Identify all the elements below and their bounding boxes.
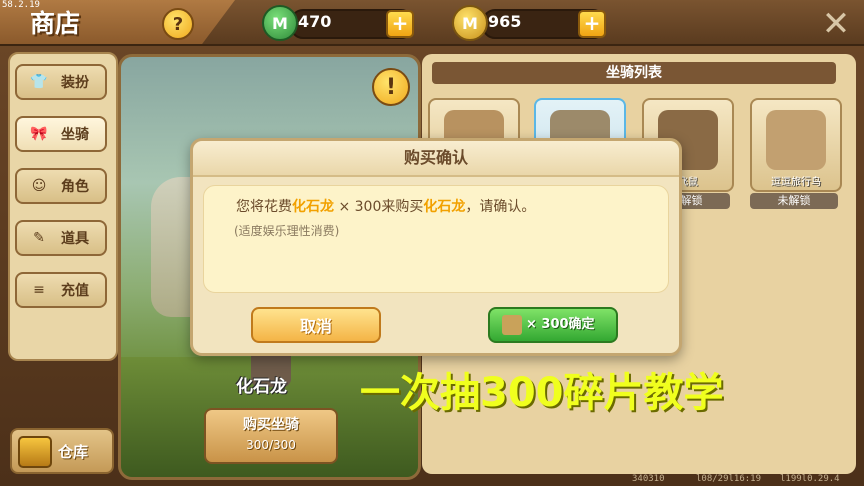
buy-mount-cost: 300/300 — [246, 438, 296, 452]
nav-item-label: 充值 — [61, 283, 89, 299]
mount-art — [766, 110, 826, 170]
nav-item-mount[interactable]: 🎀 坐骑 — [15, 116, 107, 152]
close-button[interactable]: ✕ — [818, 6, 854, 42]
chest-icon — [18, 436, 52, 468]
coins-icon: ≡ — [33, 282, 45, 298]
confirm-label: × 300确定 — [526, 317, 595, 332]
purchase-confirm-dialog: 购买确认 您将花费化石龙 × 300来购买化石龙，请确认。 (适度娱乐理性消费)… — [190, 138, 682, 356]
face-icon: ☺ — [31, 178, 47, 194]
spending-hint: (适度娱乐理性消费) — [234, 224, 340, 238]
footer-stat: 340310 — [632, 474, 665, 484]
nav-item-label: 装扮 — [61, 75, 89, 91]
footer-stat: l199l0.29.4 — [780, 474, 840, 484]
bow-icon: 🎀 — [30, 126, 48, 142]
warning-icon[interactable]: ! — [372, 68, 410, 106]
dialog-body: 您将花费化石龙 × 300来购买化石龙，请确认。 (适度娱乐理性消费) — [203, 185, 669, 293]
nav-item-label: 坐骑 — [61, 127, 89, 143]
mount-list-header: 坐骑列表 — [432, 62, 836, 84]
confirm-button[interactable]: × 300确定 — [488, 307, 618, 343]
help-button[interactable]: ? — [162, 8, 194, 40]
gold-coin-icon: M — [452, 5, 488, 41]
confirm-message: 您将花费化石龙 × 300来购买化石龙，请确认。 — [236, 199, 536, 215]
buy-mount-label: 购买坐骑 — [243, 417, 299, 433]
nav-item-recharge[interactable]: ≡ 充值 — [15, 272, 107, 308]
locked-tag: 未解锁 — [750, 193, 838, 209]
green-coin-icon: M — [262, 5, 298, 41]
category-nav: 👕 装扮 🎀 坐骑 ☺ 角色 ✎ 道具 ≡ 充值 — [8, 52, 118, 361]
add-gold-currency-button[interactable]: + — [578, 10, 606, 38]
green-currency-value: 470 — [298, 12, 332, 31]
tool-icon: ✎ — [33, 230, 45, 246]
gold-currency-value: 965 — [488, 12, 522, 31]
nav-item-label: 道具 — [61, 231, 89, 247]
nav-item-outfit[interactable]: 👕 装扮 — [15, 64, 107, 100]
fossil-fragment-icon — [502, 314, 522, 335]
mount-name: 化石龙 — [236, 377, 287, 397]
nav-item-character[interactable]: ☺ 角色 — [15, 168, 107, 204]
warehouse-button[interactable]: 仓库 — [10, 428, 114, 474]
video-caption: 一次抽300碎片教学 — [360, 370, 724, 416]
footer-stat: l08/29l16:19 — [696, 474, 762, 484]
dialog-title: 购买确认 — [193, 141, 679, 177]
mount-card-name: 逗逗旅行鸟 — [771, 177, 821, 188]
nav-item-items[interactable]: ✎ 道具 — [15, 220, 107, 256]
shirt-icon: 👕 — [30, 74, 48, 90]
debug-overlay: 58.2.19 — [2, 0, 40, 10]
add-green-currency-button[interactable]: + — [386, 10, 414, 38]
buy-mount-button[interactable]: 购买坐骑 300/300 — [204, 408, 338, 464]
warehouse-label: 仓库 — [58, 443, 89, 461]
mount-card[interactable]: 逗逗旅行鸟 — [750, 98, 842, 192]
top-bar: 商店 ? 58.2.19 M 470 + M 965 + ✕ — [0, 0, 864, 46]
nav-item-label: 角色 — [61, 179, 89, 195]
cancel-button[interactable]: 取消 — [251, 307, 381, 343]
